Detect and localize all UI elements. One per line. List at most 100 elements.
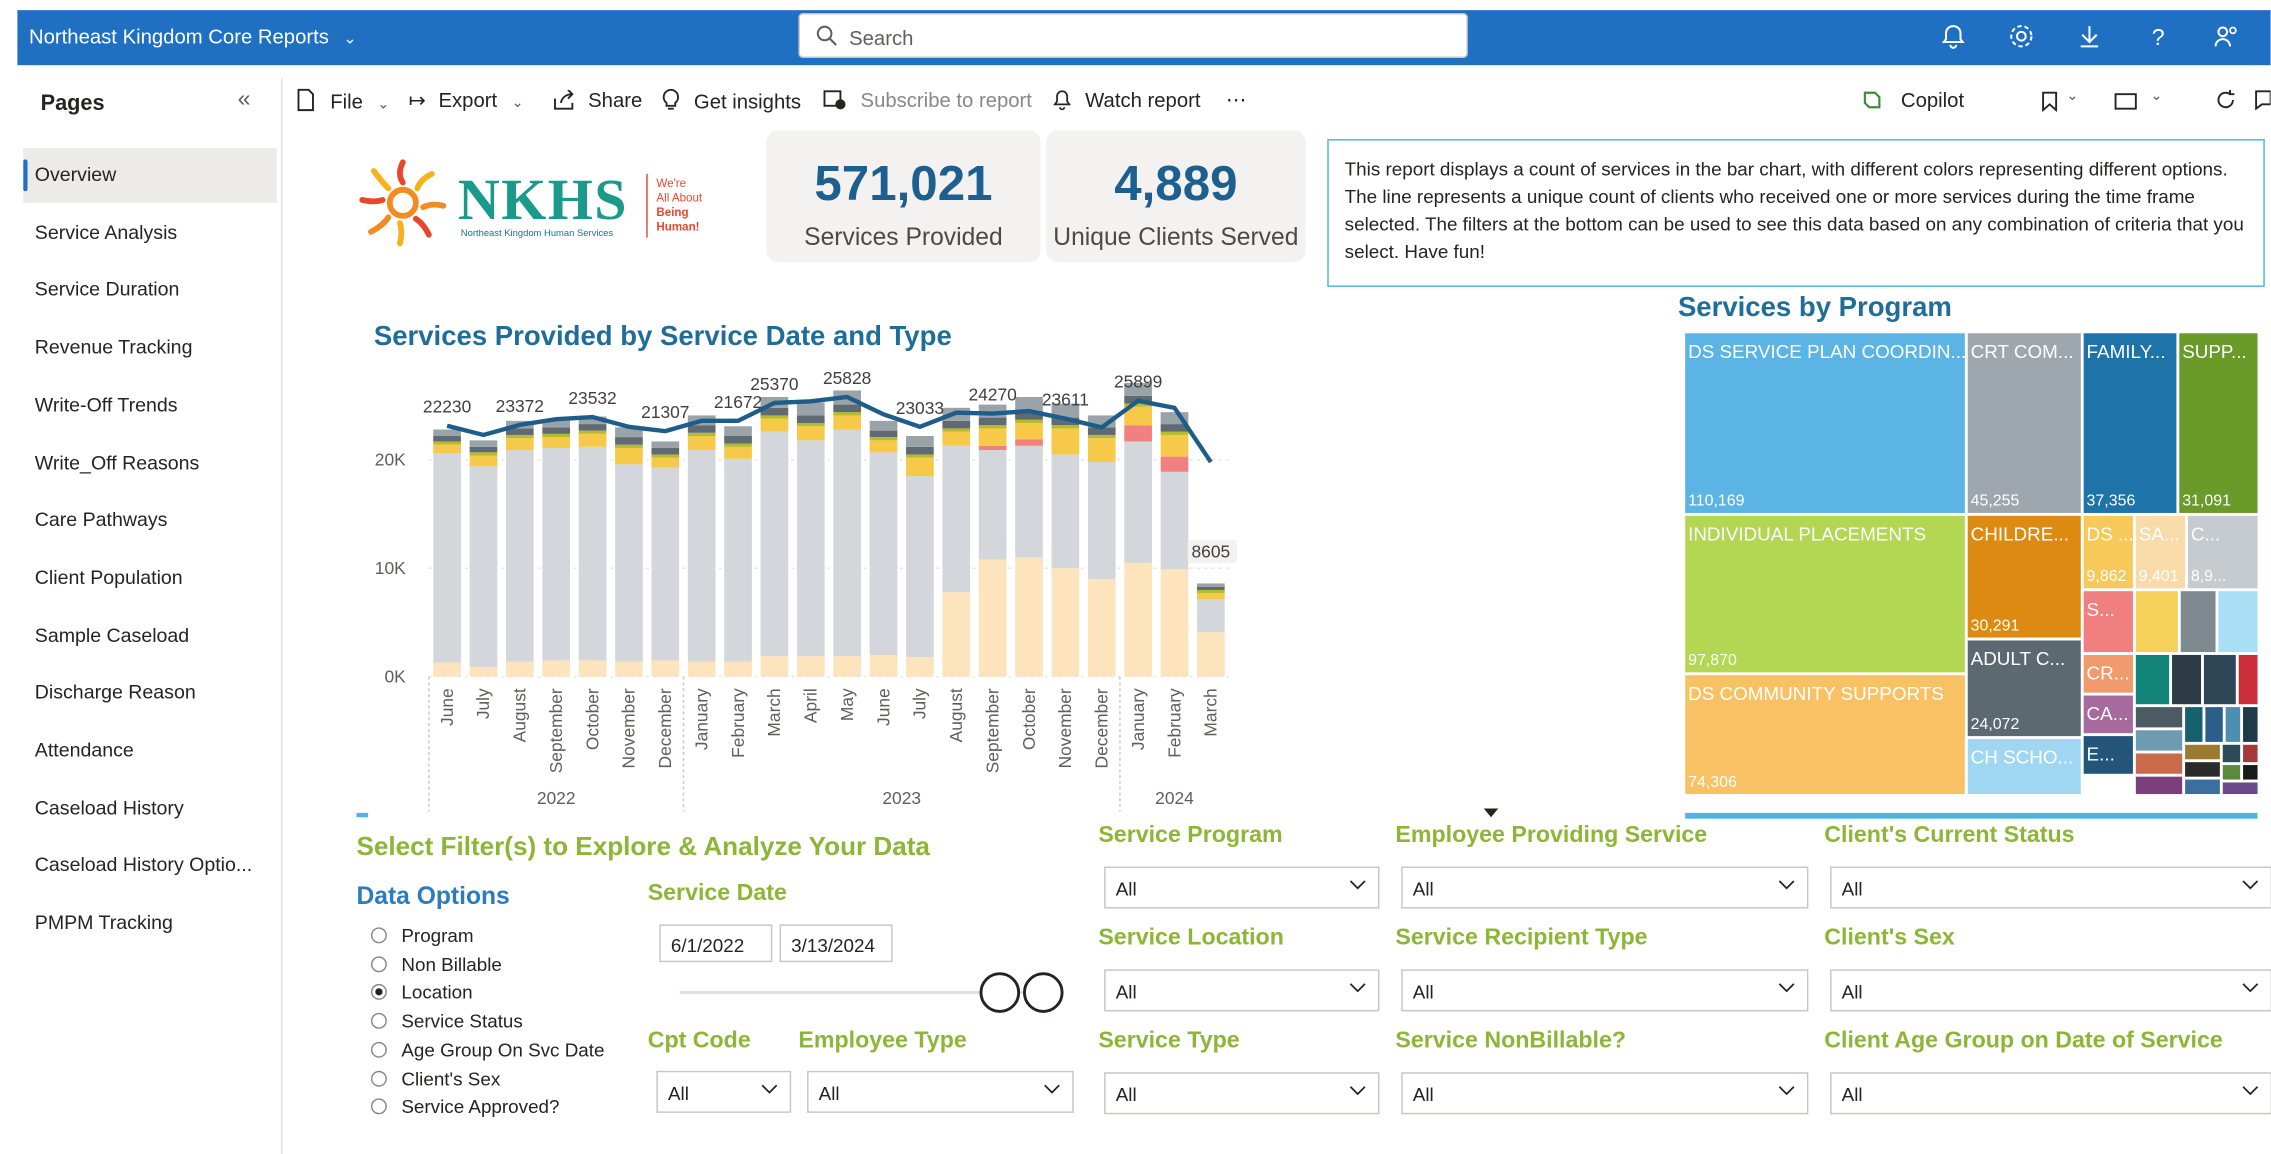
bar-segment[interactable] — [942, 420, 971, 429]
filter-dropdown[interactable]: All — [1104, 1072, 1380, 1115]
bar-segment[interactable] — [651, 441, 680, 448]
page-item[interactable]: Revenue Tracking — [23, 320, 277, 375]
bar-segment[interactable] — [469, 455, 498, 467]
bar-segment[interactable] — [687, 450, 716, 662]
bell-icon[interactable] — [1939, 22, 1968, 51]
bar-segment[interactable] — [869, 437, 898, 441]
treemap-tile[interactable]: DS ... 9,862 — [2083, 515, 2133, 589]
bar-segment[interactable] — [542, 437, 571, 448]
bar-segment[interactable] — [687, 425, 716, 433]
bar-segment[interactable] — [869, 440, 898, 453]
bar-segment[interactable] — [942, 445, 971, 593]
treemap-tile[interactable] — [2238, 654, 2258, 705]
bar-segment[interactable] — [1160, 569, 1189, 677]
chevron-down-icon[interactable]: ⌄ — [377, 97, 389, 113]
bar-segment[interactable] — [505, 661, 534, 677]
treemap-tile[interactable] — [2203, 654, 2236, 705]
bar-segment[interactable] — [433, 436, 461, 442]
bar-segment[interactable] — [869, 655, 898, 677]
filter-dropdown[interactable]: All — [1401, 866, 1809, 909]
bar-segment[interactable] — [724, 436, 752, 444]
bar-segment[interactable] — [833, 412, 861, 416]
bar-segment[interactable] — [724, 661, 752, 677]
page-item[interactable]: Caseload History Optio... — [23, 838, 277, 893]
bar-segment[interactable] — [433, 441, 461, 445]
treemap-tile[interactable]: SUPP... 31,091 — [2179, 333, 2258, 513]
radio-button[interactable] — [370, 1041, 387, 1058]
bar-segment[interactable] — [615, 464, 643, 662]
bar-segment[interactable] — [1051, 454, 1080, 569]
radio-button[interactable] — [370, 1012, 387, 1029]
bar-segment[interactable] — [651, 660, 680, 677]
bar-segment[interactable] — [505, 434, 534, 439]
caret-down-icon[interactable] — [1483, 808, 1499, 818]
search-box[interactable]: Search — [798, 13, 1468, 58]
kpi-services-provided[interactable]: 571,021 Services Provided — [766, 130, 1041, 263]
treemap-tile[interactable] — [2135, 730, 2183, 751]
page-item[interactable]: PMPM Tracking — [23, 896, 277, 951]
bar-segment[interactable] — [906, 454, 934, 458]
kpi-unique-clients[interactable]: 4,889 Unique Clients Served — [1046, 130, 1306, 263]
radio-button[interactable] — [370, 955, 387, 972]
bar-segment[interactable] — [615, 447, 643, 465]
treemap-tile[interactable] — [2225, 707, 2241, 742]
watch-button[interactable]: Watch report — [1053, 88, 1201, 112]
bar-segment[interactable] — [1087, 579, 1116, 677]
treemap-tile[interactable] — [2135, 707, 2183, 728]
bar-segment[interactable] — [469, 466, 498, 667]
treemap-tile[interactable]: C... 8,9... — [2187, 515, 2258, 589]
radio-button[interactable] — [370, 1070, 387, 1087]
bar-segment[interactable] — [1015, 439, 1043, 446]
collapse-icon[interactable]: « — [238, 87, 251, 113]
download-icon[interactable] — [2075, 22, 2104, 51]
date-slider-handle-end[interactable] — [1022, 972, 1064, 1013]
treemap-tile[interactable] — [2172, 654, 2202, 705]
treemap-tile[interactable] — [2243, 765, 2258, 780]
bar-segment[interactable] — [1197, 632, 1225, 677]
bar-segment[interactable] — [978, 428, 1007, 446]
treemap-tile[interactable] — [2185, 779, 2220, 795]
treemap-tile[interactable]: S... — [2083, 591, 2133, 653]
bar-segment[interactable] — [615, 444, 643, 448]
bar-segment[interactable] — [1124, 425, 1152, 442]
watch-label[interactable]: Watch report — [1085, 88, 1200, 111]
subscribe-label[interactable]: Subscribe to report — [861, 88, 1032, 111]
bar-segment[interactable] — [1197, 593, 1225, 600]
chevron-down-icon[interactable]: ⌄ — [2150, 88, 2162, 104]
bar-segment[interactable] — [578, 430, 607, 434]
page-item[interactable]: Write-Off Trends — [23, 378, 277, 433]
bar-segment[interactable] — [1015, 419, 1043, 424]
chevron-down-icon[interactable]: ⌄ — [343, 30, 356, 47]
bar-segment[interactable] — [760, 656, 789, 677]
search-input[interactable]: Search — [849, 26, 913, 49]
bar-segment[interactable] — [1051, 568, 1080, 677]
bar-segment[interactable] — [651, 467, 680, 661]
bar-segment[interactable] — [651, 447, 680, 455]
services-treemap[interactable]: DS SERVICE PLAN COORDIN... 110,169 CRT COM… — [1685, 333, 2258, 795]
treemap-tile[interactable] — [2185, 707, 2203, 742]
treemap-tile[interactable] — [2180, 591, 2216, 653]
bar-segment[interactable] — [542, 447, 571, 661]
page-item[interactable]: Client Population — [23, 550, 277, 605]
treemap-tile[interactable]: DS SERVICE PLAN COORDIN... 110,169 — [1685, 333, 1965, 513]
bar-segment[interactable] — [1087, 434, 1116, 439]
bar-segment[interactable] — [760, 418, 789, 432]
page-item[interactable]: Care Pathways — [23, 493, 277, 548]
bar-segment[interactable] — [469, 446, 498, 453]
bar-segment[interactable] — [1160, 434, 1189, 457]
bar-segment[interactable] — [760, 431, 789, 657]
bar-segment[interactable] — [833, 415, 861, 430]
bar-segment[interactable] — [651, 457, 680, 468]
treemap-tile[interactable]: CR... — [2083, 654, 2133, 693]
treemap-tile[interactable] — [2218, 591, 2258, 653]
bar-segment[interactable] — [1051, 425, 1080, 429]
bar-segment[interactable] — [615, 437, 643, 445]
chevron-down-icon[interactable]: ⌄ — [2066, 88, 2078, 104]
bar-segment[interactable] — [906, 657, 934, 677]
treemap-tile[interactable]: CHILDRE... 30,291 — [1967, 515, 2081, 638]
refresh-icon[interactable] — [2216, 89, 2236, 110]
treemap-tile[interactable]: FAMILY... 37,356 — [2083, 333, 2177, 513]
bar-segment[interactable] — [1197, 583, 1225, 587]
export-menu[interactable]: ↦ Export ⌄ — [409, 88, 524, 113]
bar-segment[interactable] — [796, 415, 825, 424]
